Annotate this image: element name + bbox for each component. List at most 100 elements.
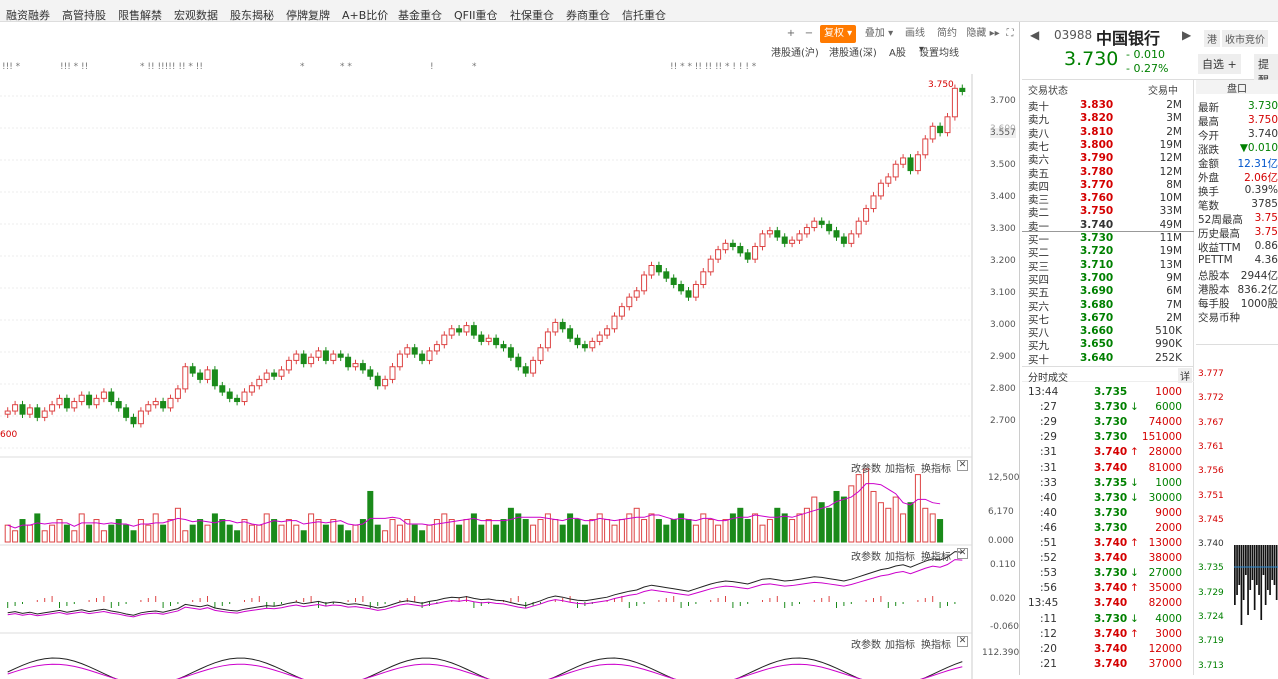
menu-item-margin[interactable]: 融资融券 [6, 7, 50, 23]
tab-a-share[interactable]: A股 [889, 44, 906, 59]
stat-label: 52周最高 [1198, 214, 1243, 226]
tick-time: :52 [1040, 552, 1057, 565]
draw-line-button[interactable]: 画线 [901, 25, 929, 43]
menu-item-shareholders[interactable]: 股东揭秘 [230, 7, 274, 23]
level-volume: 11M [1159, 232, 1182, 244]
candle-body [611, 315, 618, 330]
bid-row[interactable]: 买一 3.730 11M [1028, 232, 1190, 246]
tick-row: :31 3.740 81000 [1028, 462, 1190, 475]
ask-row[interactable]: 卖六 3.790 12M [1028, 152, 1190, 166]
bid-row[interactable]: 买八 3.660 510K [1028, 325, 1190, 339]
volume-bar [293, 524, 300, 543]
menu-item-exec-holdings[interactable]: 高管持股 [62, 7, 106, 23]
ask-row[interactable]: 卖三 3.760 10M [1028, 192, 1190, 206]
macd-close-icon[interactable]: ✕ [957, 548, 968, 559]
next-stock-icon[interactable]: ▶ [1182, 28, 1191, 42]
ask-row[interactable]: 卖二 3.750 33M [1028, 205, 1190, 219]
level-price: 3.700 [1080, 271, 1114, 284]
bid-row[interactable]: 买五 3.690 6M [1028, 285, 1190, 299]
tick-detail-button[interactable]: 详 [1178, 368, 1192, 383]
level-volume: 3M [1166, 112, 1182, 125]
candle-body [300, 353, 307, 365]
volume-bar [537, 519, 544, 543]
menu-item-lockup[interactable]: 限售解禁 [118, 7, 162, 23]
vol-switch-indicator-button[interactable]: 换指标 [921, 460, 951, 475]
tick-row: 13:45 3.740 82000 [1028, 597, 1190, 610]
fuquan-button[interactable]: 复权 ▾ [820, 25, 856, 43]
volume-bar [330, 519, 337, 543]
menu-item-broker[interactable]: 券商重仓 [566, 7, 610, 23]
tick-row: :11 3.730 ↓ 4000 [1028, 613, 1190, 626]
menu-item-trust[interactable]: 信托重仓 [622, 7, 666, 23]
ask-row[interactable]: 卖五 3.780 12M [1028, 165, 1190, 180]
bid-row[interactable]: 买九 3.650 990K [1028, 338, 1190, 352]
vol-add-indicator-button[interactable]: 加指标 [885, 460, 915, 475]
mini-volume-bar [1238, 545, 1241, 585]
candle-body [892, 163, 899, 178]
tab-hk-connect-sh[interactable]: 港股通(沪) [771, 44, 819, 59]
kdj-close-icon[interactable]: ✕ [957, 636, 968, 647]
bid-row[interactable]: 买二 3.720 19M [1028, 245, 1190, 259]
brief-button[interactable]: 简约 [933, 25, 961, 43]
candle-body [870, 195, 877, 210]
ask-row[interactable]: 卖七 3.800 19M [1028, 139, 1190, 153]
volume-bar [611, 524, 618, 543]
ask-row[interactable]: 卖十 3.830 2M [1028, 99, 1190, 113]
ask-row[interactable]: 卖四 3.770 8M [1028, 179, 1190, 193]
menu-item-ab-ratio[interactable]: A+B比价 [342, 7, 388, 23]
candle-body [833, 230, 840, 238]
set-ma-button[interactable]: 设置均线 ▾ [919, 44, 959, 59]
volume-bar [271, 519, 278, 543]
menu-item-qfii[interactable]: QFII重仓 [454, 7, 497, 23]
mini-volume-bar [1275, 545, 1278, 600]
volume-bar [145, 524, 152, 543]
macd-params-button[interactable]: 改参数 [851, 548, 881, 563]
volume-bar [86, 524, 93, 543]
menu-item-suspension[interactable]: 停牌复牌 [286, 7, 330, 23]
volume-bar [744, 519, 751, 543]
stat-label: 港股本 [1198, 284, 1230, 296]
candle-body [685, 290, 692, 298]
ask-row[interactable]: 卖一 3.740 49M [1028, 219, 1190, 233]
ask-row[interactable]: 卖八 3.810 2M [1028, 126, 1190, 140]
fullscreen-icon[interactable]: ⛶ [1003, 25, 1017, 43]
volume-bar [345, 530, 352, 543]
candle-body [285, 359, 292, 371]
kdj-params-button[interactable]: 改参数 [851, 636, 881, 651]
menu-item-macro[interactable]: 宏观数据 [174, 7, 218, 23]
volume-bar [337, 524, 344, 543]
candle-body [641, 274, 648, 292]
macd-add-indicator-button[interactable]: 加指标 [885, 548, 915, 563]
menu-item-fund-holdings[interactable]: 基金重仓 [398, 7, 442, 23]
volume-bar [759, 524, 766, 543]
bid-row[interactable]: 买四 3.700 9M [1028, 271, 1190, 286]
bid-row[interactable]: 买十 3.640 252K [1028, 352, 1190, 366]
level-price: 3.650 [1080, 338, 1114, 351]
vol-params-button[interactable]: 改参数 [851, 460, 881, 475]
zoom-in-button[interactable]: + [784, 25, 798, 43]
bid-row[interactable]: 买七 3.670 2M [1028, 312, 1190, 326]
price-axis-label: 3.700 [990, 96, 1016, 106]
macd-switch-indicator-button[interactable]: 换指标 [921, 548, 951, 563]
menu-item-social-security[interactable]: 社保重仓 [510, 7, 554, 23]
overlay-button[interactable]: 叠加 ▾ [861, 25, 897, 43]
ask-row[interactable]: 卖九 3.820 3M [1028, 112, 1190, 126]
volume-bar [863, 468, 870, 543]
kdj-add-indicator-button[interactable]: 加指标 [885, 636, 915, 651]
level-volume: 12M [1159, 165, 1182, 178]
tab-hk-connect-sz[interactable]: 港股通(深) [829, 44, 877, 59]
volume-bar [448, 519, 455, 543]
vol-close-icon[interactable]: ✕ [957, 460, 968, 471]
hide-button[interactable]: 隐藏 ▸▸ [965, 25, 1001, 43]
zoom-out-button[interactable]: − [802, 25, 816, 43]
add-watchlist-button[interactable]: 自选 + [1198, 54, 1241, 74]
bid-row[interactable]: 买三 3.710 13M [1028, 259, 1190, 273]
candle-body [426, 350, 433, 361]
level-price: 3.660 [1080, 325, 1114, 338]
candle-body [256, 378, 263, 387]
bid-row[interactable]: 买六 3.680 7M [1028, 299, 1190, 313]
kdj-switch-indicator-button[interactable]: 换指标 [921, 636, 951, 651]
volume-bar [189, 524, 196, 543]
prev-stock-icon[interactable]: ◀ [1030, 28, 1039, 42]
candle-body [907, 157, 914, 172]
